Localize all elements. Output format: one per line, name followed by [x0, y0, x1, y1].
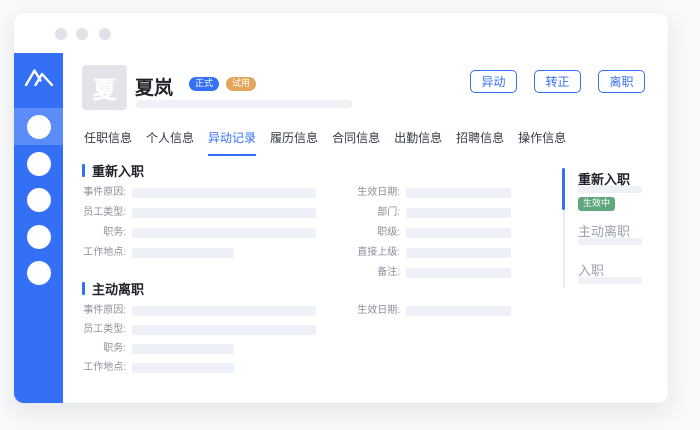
tab-attendance-info[interactable]: 出勤信息	[394, 129, 442, 156]
field-value-placeholder	[406, 268, 511, 278]
nav-circle-icon	[26, 260, 51, 285]
field-label: 直接上级:	[357, 247, 400, 258]
timeline-line	[563, 210, 565, 288]
app-window: 夏 夏岚 正式 试用 异动 转正 离职 任职信息 个人信息 异动记录 履历信息 …	[14, 13, 668, 403]
nav-circle-icon	[26, 224, 51, 249]
field-label: 职级:	[377, 227, 400, 238]
section-title-voluntary-resignation: 主动离职	[82, 279, 144, 298]
regularize-button[interactable]: 转正	[534, 70, 581, 93]
field-value-placeholder	[406, 248, 511, 258]
window-control-icon[interactable]	[76, 28, 88, 40]
field-value-placeholder	[132, 363, 234, 373]
form-row: 备注:	[344, 268, 511, 278]
resignation-left-column: 事件原因: 员工类型: 职务: 工作地点:	[78, 306, 316, 382]
nav-circle-icon	[26, 151, 51, 176]
tab-recruitment-info[interactable]: 招聘信息	[456, 129, 504, 156]
timeline-date-placeholder	[578, 277, 642, 284]
resign-button[interactable]: 离职	[598, 70, 645, 93]
status-badge-regular: 正式	[189, 77, 220, 91]
resignation-right-column: 生效日期:	[344, 306, 511, 326]
status-badge-probation: 试用	[226, 77, 257, 91]
field-label: 部门:	[377, 207, 400, 218]
field-value-placeholder	[132, 188, 316, 198]
info-tabs: 任职信息 个人信息 异动记录 履历信息 合同信息 出勤信息 招聘信息 操作信息	[84, 129, 566, 156]
tab-personal-info[interactable]: 个人信息	[146, 129, 194, 156]
tab-operation-info[interactable]: 操作信息	[518, 129, 566, 156]
tab-contract-info[interactable]: 合同信息	[332, 129, 380, 156]
field-value-placeholder	[406, 228, 511, 238]
field-label: 员工类型:	[83, 207, 126, 218]
form-row: 职务:	[78, 344, 316, 354]
sidebar-item-3[interactable]	[14, 181, 63, 218]
sidebar-item-2[interactable]	[14, 145, 63, 182]
rehire-left-column: 事件原因: 员工类型: 职务: 工作地点:	[78, 188, 316, 268]
sidebar-item-4[interactable]	[14, 218, 63, 255]
timeline-active-line	[562, 168, 565, 210]
form-row: 工作地点:	[78, 248, 316, 258]
form-row: 工作地点:	[78, 363, 316, 373]
form-row: 事件原因:	[78, 306, 316, 316]
transfer-button[interactable]: 异动	[470, 70, 517, 93]
tab-resume-info[interactable]: 履历信息	[270, 129, 318, 156]
field-value-placeholder	[406, 306, 511, 316]
nav-circle-icon	[26, 187, 51, 212]
sidebar	[14, 53, 63, 403]
field-value-placeholder	[406, 208, 511, 218]
rehire-right-column: 生效日期: 部门: 职级: 直接上级: 备注:	[344, 188, 511, 288]
form-row: 直接上级:	[344, 248, 511, 258]
header-actions: 异动 转正 离职	[470, 70, 645, 93]
field-label: 员工类型:	[83, 324, 126, 335]
form-row: 生效日期:	[344, 188, 511, 198]
field-value-placeholder	[132, 344, 234, 354]
section-marker	[82, 282, 85, 295]
field-value-placeholder	[132, 306, 316, 316]
nav-circle-icon	[26, 114, 51, 139]
timeline-date-placeholder	[578, 186, 642, 193]
section-title-text: 重新入职	[92, 164, 145, 179]
form-row: 职务:	[78, 228, 316, 238]
section-title-text: 主动离职	[92, 282, 145, 297]
employee-name: 夏岚	[135, 78, 174, 99]
field-value-placeholder	[132, 248, 234, 258]
field-value-placeholder	[406, 188, 511, 198]
page-background: 夏 夏岚 正式 试用 异动 转正 离职 任职信息 个人信息 异动记录 履历信息 …	[0, 0, 700, 430]
effective-status-badge: 生效中	[578, 197, 616, 211]
employee-badges: 正式 试用	[189, 77, 257, 91]
field-value-placeholder	[132, 208, 316, 218]
app-logo-icon[interactable]	[14, 63, 63, 91]
field-label: 生效日期:	[357, 305, 400, 316]
field-label: 工作地点:	[83, 247, 126, 258]
form-row: 部门:	[344, 208, 511, 218]
sidebar-item-1[interactable]	[14, 108, 63, 145]
window-titlebar	[14, 13, 668, 53]
employee-subtitle-placeholder	[136, 100, 352, 108]
field-value-placeholder	[132, 325, 316, 335]
timeline-date-placeholder	[578, 238, 642, 245]
window-control-icon[interactable]	[99, 28, 111, 40]
field-label: 生效日期:	[357, 187, 400, 198]
field-label: 事件原因:	[83, 305, 126, 316]
field-label: 事件原因:	[83, 187, 126, 198]
field-label: 职务:	[103, 343, 126, 354]
tab-transfer-records[interactable]: 异动记录	[208, 129, 257, 156]
form-row: 员工类型:	[78, 208, 316, 218]
form-row: 事件原因:	[78, 188, 316, 198]
section-title-rehire: 重新入职	[82, 161, 144, 180]
form-row: 职级:	[344, 228, 511, 238]
section-marker	[82, 164, 85, 177]
field-value-placeholder	[132, 228, 316, 238]
window-control-icon[interactable]	[55, 28, 67, 40]
tab-employment-info[interactable]: 任职信息	[84, 129, 132, 156]
form-row: 员工类型:	[78, 325, 316, 335]
avatar: 夏	[82, 65, 127, 110]
sidebar-item-5[interactable]	[14, 254, 63, 291]
field-label: 工作地点:	[83, 362, 126, 373]
field-label: 备注:	[377, 267, 400, 278]
field-label: 职务:	[103, 227, 126, 238]
form-row: 生效日期:	[344, 306, 511, 316]
